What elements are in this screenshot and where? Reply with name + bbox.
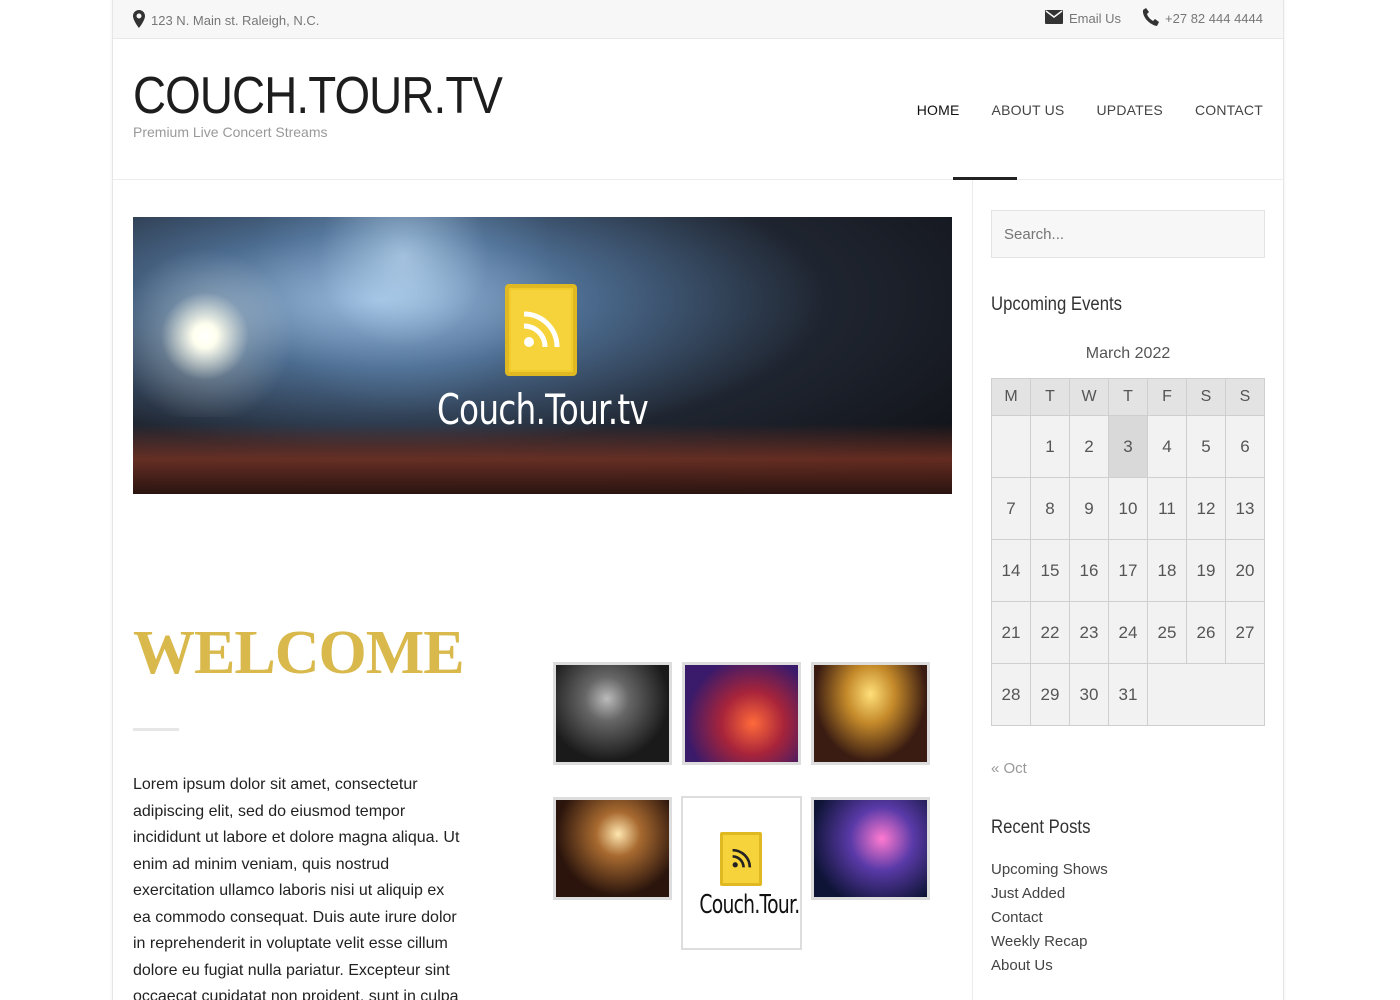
crowd xyxy=(133,424,952,494)
recent-posts-title: Recent Posts xyxy=(991,817,1091,838)
calendar-day: 2 xyxy=(1069,415,1109,478)
gallery-brand-text: Couch.Tour.tv xyxy=(699,890,800,920)
calendar-day: 20 xyxy=(1225,539,1265,602)
calendar-day: 29 xyxy=(1030,663,1070,726)
calendar-day: 18 xyxy=(1147,539,1187,602)
rss-logo-icon xyxy=(720,832,762,886)
calendar-week-row: 7 8 9 10 11 12 13 xyxy=(991,477,1265,540)
calendar-day: 19 xyxy=(1186,539,1226,602)
calendar-week-row: 14 15 16 17 18 19 20 xyxy=(991,539,1265,602)
calendar-day: 12 xyxy=(1186,477,1226,540)
calendar-day: 15 xyxy=(1030,539,1070,602)
recent-posts-list: Upcoming Shows Just Added Contact Weekly… xyxy=(991,858,1108,978)
calendar-day: 16 xyxy=(1069,539,1109,602)
calendar-day: 7 xyxy=(991,477,1031,540)
calendar-day: 9 xyxy=(1069,477,1109,540)
address-block: 123 N. Main st. Raleigh, N.C. xyxy=(133,10,319,31)
main-nav: HOME ABOUT US UPDATES CONTACT xyxy=(917,102,1263,118)
calendar-day: 30 xyxy=(1069,663,1109,726)
calendar-day: 14 xyxy=(991,539,1031,602)
recent-post-link[interactable]: Contact xyxy=(991,906,1108,930)
weekday-header: S xyxy=(1225,378,1265,416)
nav-item-about-us[interactable]: ABOUT US xyxy=(992,102,1065,118)
gallery-thumb-crowd[interactable] xyxy=(811,797,930,900)
calendar-day: 28 xyxy=(991,663,1031,726)
site-container: 123 N. Main st. Raleigh, N.C. Email Us +… xyxy=(112,0,1284,1000)
events-calendar: M T W T F S S 1 2 3 4 5 6 7 8 9 10 11 12… xyxy=(991,378,1265,726)
calendar-empty-pad xyxy=(1147,663,1265,726)
phone-icon[interactable] xyxy=(1142,8,1160,29)
gallery-thumb-guitarist[interactable] xyxy=(553,662,672,765)
weekday-header: T xyxy=(1030,378,1070,416)
phone-link[interactable]: +27 82 444 4444 xyxy=(1165,11,1263,26)
recent-post-link[interactable]: Upcoming Shows xyxy=(991,858,1108,882)
calendar-day: 17 xyxy=(1108,539,1148,602)
nav-item-contact[interactable]: CONTACT xyxy=(1195,102,1263,118)
calendar-day: 22 xyxy=(1030,601,1070,664)
gallery-thumb-guitar-closeup[interactable] xyxy=(682,662,801,765)
calendar-day: 6 xyxy=(1225,415,1265,478)
calendar-prev-link[interactable]: « Oct xyxy=(991,760,1027,777)
gallery-thumb-spotlight-performer[interactable] xyxy=(553,797,672,900)
site-tagline: Premium Live Concert Streams xyxy=(133,124,328,140)
gallery-thumb-stage-lights[interactable] xyxy=(811,662,930,765)
welcome-heading: WELCOME xyxy=(133,619,465,687)
calendar-day: 4 xyxy=(1147,415,1187,478)
calendar-week-row: 1 2 3 4 5 6 xyxy=(991,415,1265,478)
recent-post-link[interactable]: About Us xyxy=(991,954,1108,978)
top-bar: 123 N. Main st. Raleigh, N.C. Email Us +… xyxy=(113,0,1283,39)
calendar-day: 26 xyxy=(1186,601,1226,664)
calendar-week-row: 21 22 23 24 25 26 27 xyxy=(991,601,1265,664)
address-text: 123 N. Main st. Raleigh, N.C. xyxy=(151,13,320,28)
nav-item-updates[interactable]: UPDATES xyxy=(1096,102,1163,118)
calendar-weekday-row: M T W T F S S xyxy=(991,378,1265,416)
upcoming-events-title: Upcoming Events xyxy=(991,294,1123,315)
calendar-day: 8 xyxy=(1030,477,1070,540)
calendar-day: 13 xyxy=(1225,477,1265,540)
site-header: COUCH.TOUR.TV Premium Live Concert Strea… xyxy=(113,40,1283,180)
calendar-caption: March 2022 xyxy=(1085,345,1171,362)
weekday-header: W xyxy=(1069,378,1109,416)
weekday-header: T xyxy=(1108,378,1148,416)
calendar-week-row: 28 29 30 31 xyxy=(991,663,1265,726)
site-title[interactable]: COUCH.TOUR.TV xyxy=(133,66,503,126)
weekday-header: M xyxy=(991,378,1031,416)
gallery-thumb-logo[interactable]: Couch.Tour.tv xyxy=(681,796,802,950)
calendar-day: 10 xyxy=(1108,477,1148,540)
contact-block: Email Us +27 82 444 4444 xyxy=(1045,8,1263,29)
calendar-day: 25 xyxy=(1147,601,1187,664)
rss-logo-icon xyxy=(505,284,577,376)
nav-item-home[interactable]: HOME xyxy=(917,102,960,118)
envelope-icon[interactable] xyxy=(1045,10,1064,27)
welcome-body-text: Lorem ipsum dolor sit amet, consectetur … xyxy=(133,776,460,1000)
hero-brand-text: Couch.Tour.tv xyxy=(436,385,649,434)
calendar-day: 23 xyxy=(1069,601,1109,664)
calendar-day: 11 xyxy=(1147,477,1187,540)
recent-post-link[interactable]: Just Added xyxy=(991,882,1108,906)
calendar-day: 5 xyxy=(1186,415,1226,478)
calendar-day: 31 xyxy=(1108,663,1148,726)
weekday-header: S xyxy=(1186,378,1226,416)
sidebar-divider xyxy=(972,180,973,1000)
calendar-day xyxy=(991,415,1031,478)
hero-banner: Couch.Tour.tv xyxy=(133,217,952,494)
weekday-header: F xyxy=(1147,378,1187,416)
calendar-day: 21 xyxy=(991,601,1031,664)
calendar-day: 24 xyxy=(1108,601,1148,664)
calendar-day: 1 xyxy=(1030,415,1070,478)
email-link[interactable]: Email Us xyxy=(1069,11,1121,26)
heading-divider xyxy=(133,728,179,731)
active-nav-indicator xyxy=(953,177,1017,180)
recent-post-link[interactable]: Weekly Recap xyxy=(991,930,1108,954)
calendar-day-today: 3 xyxy=(1108,415,1148,478)
search-input[interactable] xyxy=(991,210,1265,258)
map-pin-icon xyxy=(133,10,145,31)
calendar-day: 27 xyxy=(1225,601,1265,664)
